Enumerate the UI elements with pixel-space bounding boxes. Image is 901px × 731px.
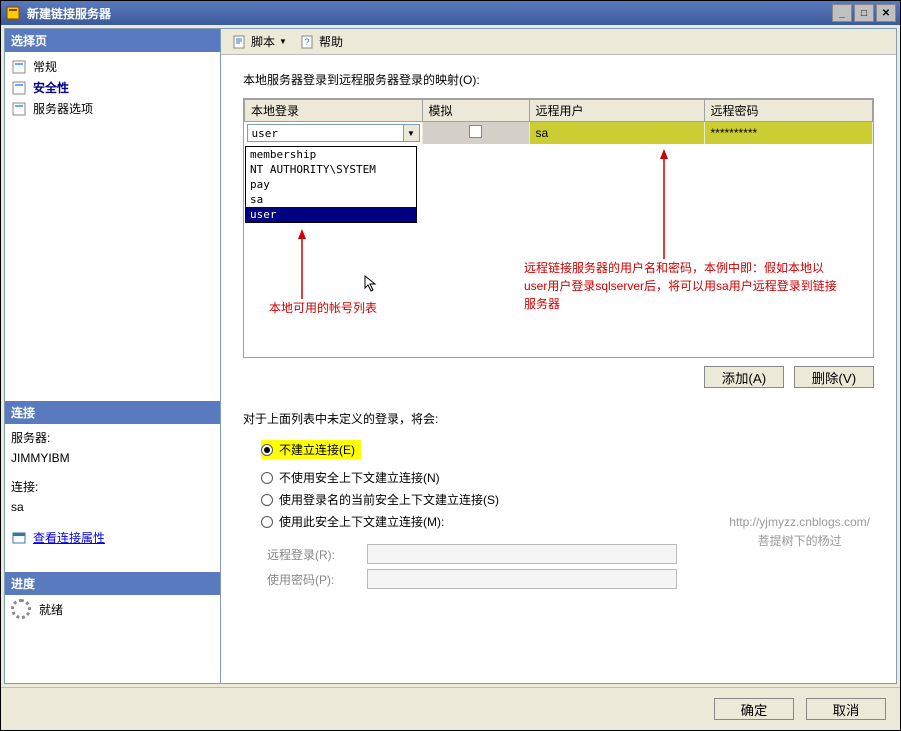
nav-label: 常规 [33, 58, 57, 75]
mapping-label: 本地服务器登录到远程服务器登录的映射(O): [243, 71, 874, 88]
use-password-input [367, 569, 677, 589]
radio-current-security-context[interactable]: 使用登录名的当前安全上下文建立连接(S) [261, 491, 874, 508]
annotation-right: 远程链接服务器的用户名和密码，本例中即：假如本地以user用户登录sqlserv… [524, 259, 844, 313]
remote-login-label: 远程登录(R): [267, 546, 357, 563]
radio-label: 使用登录名的当前安全上下文建立连接(S) [279, 491, 499, 508]
dropdown-option[interactable]: pay [246, 177, 416, 192]
close-button[interactable]: ✕ [876, 4, 896, 22]
sidebar: 选择页 常规 安全性 服务器选项 连接 [5, 29, 221, 683]
radio-icon [261, 472, 273, 484]
col-local-login: 本地登录 [245, 100, 423, 122]
sidebar-item-security[interactable]: 安全性 [11, 77, 214, 98]
progress-header: 进度 [5, 572, 220, 595]
connection-label: 连接: [11, 477, 214, 497]
local-login-dropdown[interactable]: membership NT AUTHORITY\SYSTEM pay sa us… [245, 146, 417, 223]
dropdown-option-selected[interactable]: user [246, 207, 416, 222]
watermark: http://yjmyzz.cnblogs.com/ 菩提树下的杨过 [729, 513, 870, 551]
undefined-login-label: 对于上面列表中未定义的登录，将会: [243, 410, 874, 427]
mapping-table: 本地登录 模拟 远程用户 远程密码 ▼ [243, 98, 874, 358]
radio-label: 不使用安全上下文建立连接(N) [279, 469, 440, 486]
dialog-footer: 确定 取消 [1, 687, 900, 730]
radio-icon [261, 444, 273, 456]
local-login-input[interactable] [247, 124, 404, 142]
radio-label: 不建立连接(E) [279, 441, 355, 458]
add-button[interactable]: 添加(A) [704, 366, 784, 388]
dropdown-option[interactable]: membership [246, 147, 416, 162]
connection-header: 连接 [5, 401, 220, 424]
title-bar: 新建链接服务器 _ □ ✕ [1, 1, 900, 25]
properties-icon [11, 530, 27, 546]
script-button[interactable]: 脚本 ▼ [227, 31, 291, 52]
radio-no-security-context[interactable]: 不使用安全上下文建立连接(N) [261, 469, 874, 486]
radio-label: 使用此安全上下文建立连接(M): [279, 513, 444, 530]
svg-text:?: ? [304, 37, 309, 47]
status-text: 就绪 [39, 601, 63, 618]
maximize-button[interactable]: □ [854, 4, 874, 22]
dropdown-option[interactable]: NT AUTHORITY\SYSTEM [246, 162, 416, 177]
help-icon: ? [299, 34, 315, 50]
remote-login-input [367, 544, 677, 564]
nav-label: 服务器选项 [33, 100, 93, 117]
local-login-combo[interactable]: ▼ [247, 124, 420, 142]
annotation-arrow-right [654, 149, 674, 259]
app-icon [5, 5, 21, 21]
window-title: 新建链接服务器 [27, 5, 832, 22]
script-label: 脚本 [251, 33, 275, 50]
ok-button[interactable]: 确定 [714, 698, 794, 720]
cancel-button[interactable]: 取消 [806, 698, 886, 720]
page-icon [11, 80, 27, 96]
spinner-icon [11, 599, 31, 619]
col-remote-user: 远程用户 [529, 100, 704, 122]
table-row[interactable]: ▼ sa ********** [245, 122, 873, 145]
connection-value: sa [11, 497, 214, 517]
dropdown-option[interactable]: sa [246, 192, 416, 207]
delete-button[interactable]: 删除(V) [794, 366, 874, 388]
toolbar: 脚本 ▼ ? 帮助 [221, 29, 896, 55]
server-value: JIMMYIBM [11, 448, 214, 468]
radio-no-connection[interactable]: 不建立连接(E) [261, 440, 361, 459]
radio-icon [261, 516, 273, 528]
help-button[interactable]: ? 帮助 [295, 31, 347, 52]
minimize-button[interactable]: _ [832, 4, 852, 22]
col-remote-password: 远程密码 [704, 100, 873, 122]
cursor-icon [364, 275, 382, 293]
annotation-left: 本地可用的帐号列表 [269, 299, 377, 317]
select-page-header: 选择页 [5, 29, 220, 52]
impersonate-checkbox[interactable] [469, 125, 482, 138]
nav-label: 安全性 [33, 79, 69, 96]
use-password-label: 使用密码(P): [267, 571, 357, 588]
remote-user-cell[interactable]: sa [529, 122, 704, 145]
col-impersonate: 模拟 [422, 100, 529, 122]
page-icon [11, 101, 27, 117]
dropdown-arrow-icon: ▼ [279, 37, 287, 46]
server-label: 服务器: [11, 428, 214, 448]
annotation-arrow-left [292, 229, 312, 299]
view-connection-properties-link[interactable]: 查看连接属性 [33, 528, 105, 548]
sidebar-item-server-options[interactable]: 服务器选项 [11, 98, 214, 119]
help-label: 帮助 [319, 33, 343, 50]
remote-pwd-cell[interactable]: ********** [704, 122, 873, 145]
sidebar-item-general[interactable]: 常规 [11, 56, 214, 77]
main-panel: 脚本 ▼ ? 帮助 本地服务器登录到远程服务器登录的映射(O): [221, 29, 896, 683]
script-icon [231, 34, 247, 50]
radio-icon [261, 494, 273, 506]
combo-arrow-icon[interactable]: ▼ [404, 124, 420, 142]
page-icon [11, 59, 27, 75]
